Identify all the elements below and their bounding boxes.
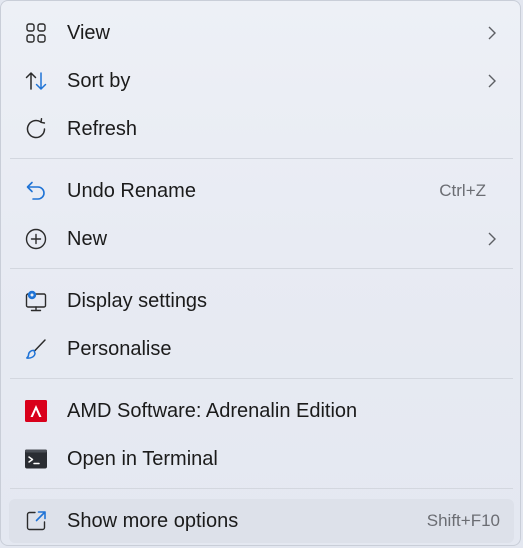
amd-logo-icon bbox=[24, 399, 48, 423]
chevron-right-icon bbox=[486, 25, 498, 41]
menu-item-refresh[interactable]: Refresh bbox=[9, 107, 514, 151]
menu-item-label: Show more options bbox=[67, 510, 239, 532]
menu-item-label: Personalise bbox=[67, 338, 172, 360]
menu-separator bbox=[10, 378, 513, 379]
refresh-icon bbox=[24, 117, 48, 141]
menu-item-label: AMD Software: Adrenalin Edition bbox=[67, 400, 358, 422]
menu-item-label: Sort by bbox=[67, 70, 131, 92]
sort-arrows-icon bbox=[24, 69, 48, 93]
menu-item-label: New bbox=[67, 228, 108, 250]
terminal-icon bbox=[24, 447, 48, 471]
menu-item-label: Refresh bbox=[67, 118, 138, 140]
plus-circle-icon bbox=[24, 227, 48, 251]
show-more-icon bbox=[24, 509, 48, 533]
menu-item-new[interactable]: New bbox=[9, 217, 514, 261]
menu-item-display-settings[interactable]: Display settings bbox=[9, 279, 514, 323]
chevron-right-icon bbox=[486, 231, 498, 247]
display-settings-icon bbox=[24, 289, 48, 313]
menu-item-undo-rename[interactable]: Undo Rename Ctrl+Z bbox=[9, 169, 514, 213]
menu-separator bbox=[10, 158, 513, 159]
menu-item-personalise[interactable]: Personalise bbox=[9, 327, 514, 371]
grid-icon bbox=[24, 21, 48, 45]
menu-item-label: View bbox=[67, 22, 110, 44]
shortcut-text: Shift+F10 bbox=[426, 511, 500, 530]
chevron-right-icon bbox=[486, 73, 498, 89]
menu-item-open-in-terminal[interactable]: Open in Terminal bbox=[9, 437, 514, 481]
menu-item-label: Undo Rename bbox=[67, 180, 196, 202]
brush-icon bbox=[24, 337, 48, 361]
menu-item-amd-software[interactable]: AMD Software: Adrenalin Edition bbox=[9, 389, 514, 433]
undo-icon bbox=[24, 179, 48, 203]
menu-item-sort-by[interactable]: Sort by bbox=[9, 59, 514, 103]
menu-separator bbox=[10, 268, 513, 269]
menu-item-show-more-options[interactable]: Show more options Shift+F10 bbox=[9, 499, 514, 543]
menu-separator bbox=[10, 488, 513, 489]
shortcut-text: Ctrl+Z bbox=[439, 181, 486, 200]
menu-item-label: Display settings bbox=[67, 290, 208, 312]
menu-item-label: Open in Terminal bbox=[67, 448, 218, 470]
desktop-context-menu: View Sort by Refresh Undo Rename Ctrl+Z … bbox=[0, 0, 521, 546]
menu-item-view[interactable]: View bbox=[9, 11, 514, 55]
